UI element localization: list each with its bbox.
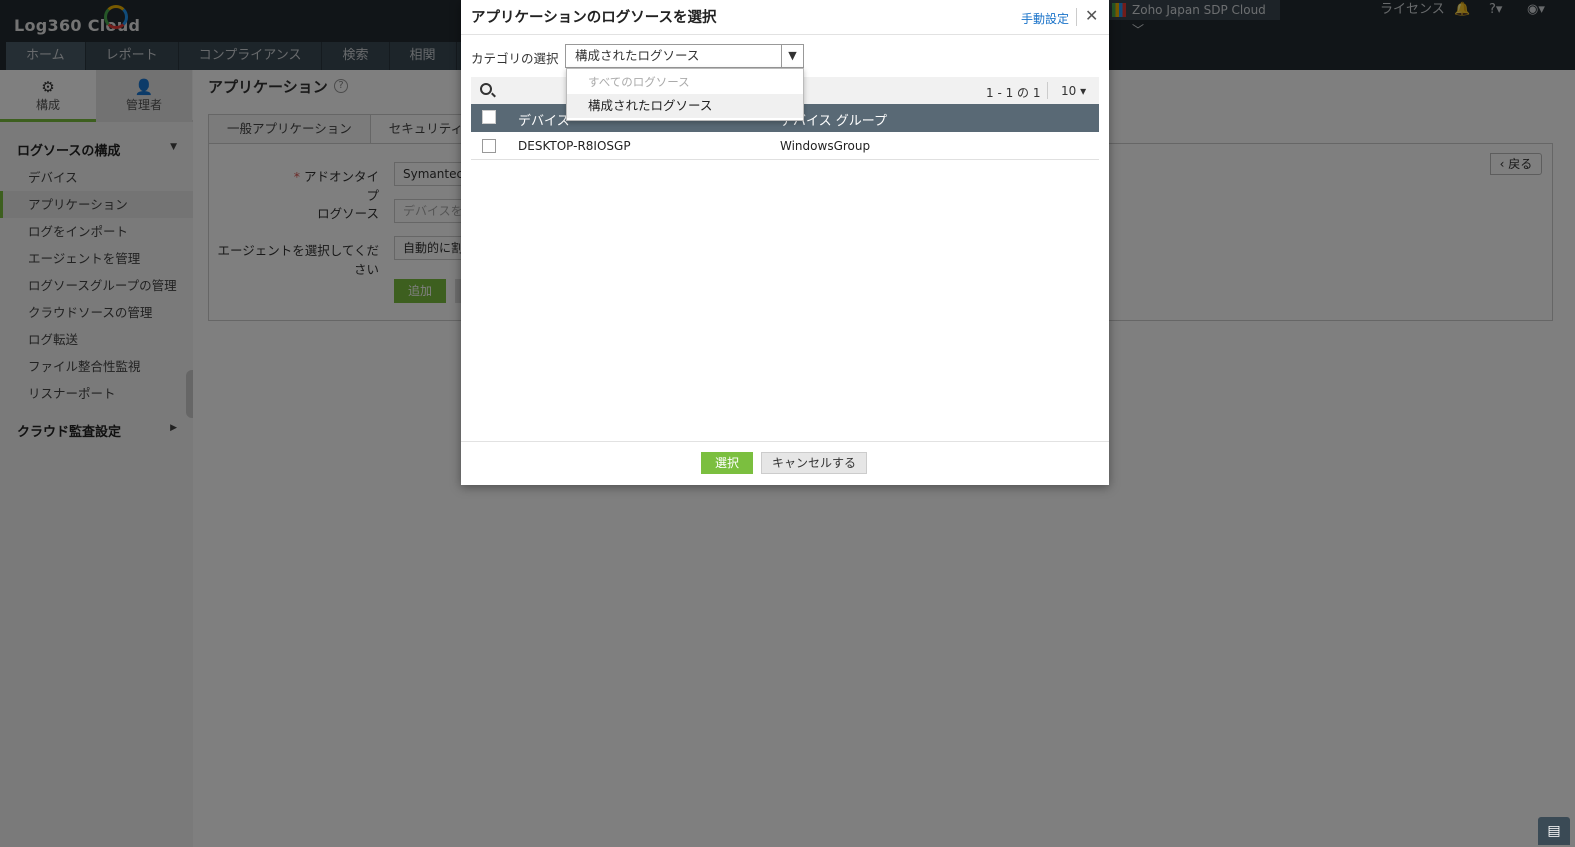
category-select[interactable]: 構成されたログソース ▼ <box>565 44 804 68</box>
modal-title: アプリケーションのログソースを選択 <box>471 10 717 26</box>
select-all-checkbox[interactable] <box>482 110 496 124</box>
select-log-source-modal: アプリケーションのログソースを選択 手動設定 ✕ カテゴリの選択 構成されたログ… <box>461 0 1109 485</box>
cell-device-group: WindowsGroup <box>780 139 871 153</box>
close-icon[interactable]: ✕ <box>1085 6 1098 25</box>
manual-setting-link[interactable]: 手動設定 <box>1021 10 1069 27</box>
row-checkbox[interactable] <box>482 139 496 153</box>
pager-separator <box>1047 82 1048 99</box>
table-row[interactable]: DESKTOP-R8IOSGP WindowsGroup <box>471 132 1099 160</box>
header-separator <box>1076 8 1077 26</box>
header-divider <box>461 34 1109 35</box>
category-label: カテゴリの選択 <box>471 51 559 66</box>
cell-device: DESKTOP-R8IOSGP <box>518 139 631 153</box>
dropdown-option-all-log-sources: すべてのログソース <box>588 75 690 89</box>
chevron-down-icon[interactable]: ▼ <box>781 45 803 67</box>
chat-icon[interactable]: ▤ <box>1538 817 1570 845</box>
category-dropdown-menu: すべてのログソース 構成されたログソース <box>566 68 804 121</box>
cancel-button[interactable]: キャンセルする <box>761 452 867 474</box>
search-icon[interactable] <box>480 83 492 95</box>
page-size-select[interactable]: 10 ▾ <box>1061 84 1086 98</box>
category-select-value: 構成されたログソース <box>575 48 700 63</box>
footer-divider <box>461 441 1109 442</box>
page-size-value: 10 <box>1061 84 1077 98</box>
select-button[interactable]: 選択 <box>701 452 753 474</box>
dropdown-option-configured-log-sources[interactable]: 構成されたログソース <box>567 94 803 118</box>
pagination-info: 1 - 1 の 1 <box>986 86 1041 100</box>
column-header-device[interactable]: デバイス <box>518 110 570 129</box>
